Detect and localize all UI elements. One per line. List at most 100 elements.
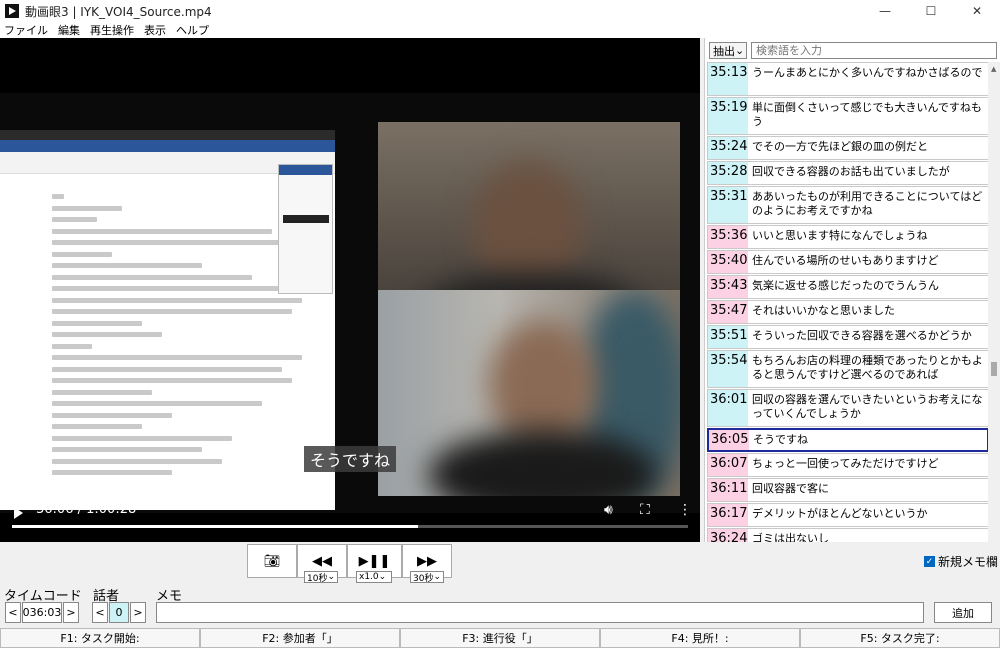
participant-video-bottom bbox=[378, 290, 680, 496]
close-button[interactable]: ✕ bbox=[954, 0, 1000, 22]
row-text: 気楽に返せる感じだったのでうんうん bbox=[752, 279, 939, 292]
transcript-row[interactable]: 36:11 回収容器で客に bbox=[707, 478, 989, 502]
snapshot-button[interactable]: 📷︎ bbox=[247, 544, 297, 578]
transcript-row[interactable]: 35:31 ああいったものが利用できることについてはどのようにお考えですかね bbox=[707, 186, 989, 224]
speaker-field[interactable]: 0 bbox=[109, 602, 129, 623]
transcript-row[interactable]: 36:24 ゴミは出ないし bbox=[707, 528, 989, 542]
scrollbar[interactable]: ▲ bbox=[988, 62, 1000, 542]
transcript-row[interactable]: 35:40 住んでいる場所のせいもありますけど bbox=[707, 250, 989, 274]
video-player[interactable]: そうですね 36:06 / 1:00:28 🔊︎ ⛶ ⋮ bbox=[0, 38, 700, 542]
row-text: ああいったものが利用できることについてはどのようにお考えですかね bbox=[752, 190, 983, 217]
row-text: 単に面倒くさいって感じでも大きいんですねもう bbox=[752, 101, 982, 128]
transcript-row[interactable]: 35:36 いいと思います特になんでしょうね bbox=[707, 225, 989, 249]
row-timecode: 36:11 bbox=[708, 479, 748, 501]
progress-bar[interactable] bbox=[12, 525, 688, 528]
forward-step-select[interactable]: 30秒 ⌄ bbox=[410, 571, 444, 584]
transcript-row[interactable]: 35:51 そういった回収できる容器を選べるかどうか bbox=[707, 325, 989, 349]
menu-playback[interactable]: 再生操作 bbox=[90, 22, 134, 38]
progress-fill bbox=[12, 525, 418, 528]
speed-select[interactable]: x1.0 ⌄ bbox=[356, 571, 392, 583]
search-input[interactable] bbox=[751, 42, 997, 59]
volume-icon[interactable]: 🔊︎ bbox=[604, 502, 613, 518]
row-timecode: 35:51 bbox=[708, 326, 748, 348]
timecode-increment-button[interactable]: > bbox=[63, 602, 79, 623]
row-text: 回収できる容器のお話も出ていましたが bbox=[752, 165, 950, 178]
new-memo-toggle[interactable]: ✓ 新規メモ欄 bbox=[924, 553, 998, 570]
transcript-row[interactable]: 36:05 そうですね bbox=[707, 428, 989, 452]
window-controls: — ☐ ✕ bbox=[862, 0, 1000, 22]
row-text: そういった回収できる容器を選べるかどうか bbox=[752, 329, 972, 342]
fast-forward-icon: ▶▶ bbox=[417, 553, 437, 569]
more-vertical-icon[interactable]: ⋮ bbox=[678, 502, 692, 518]
row-timecode: 35:31 bbox=[708, 187, 748, 223]
transcript-row[interactable]: 35:24 でその一方で先ほど銀の皿の例だと bbox=[707, 136, 989, 160]
filter-dropdown[interactable]: 抽出 ⌄ bbox=[709, 42, 747, 59]
function-key-bar: F1: タスク開始: F2: 参加者「」 F3: 進行役「」 F4: 見所！: … bbox=[0, 628, 1000, 648]
transcript-row[interactable]: 35:19 単に面倒くさいって感じでも大きいんですねもう bbox=[707, 97, 989, 135]
transcript-row[interactable]: 36:01 回収の容器を選んでいきたいというお考えになっていくんでしょうか bbox=[707, 389, 989, 427]
row-timecode: 35:47 bbox=[708, 301, 748, 323]
transcript-row[interactable]: 35:13 うーんまあとにかく多いんですねかさばるので bbox=[707, 62, 989, 96]
timecode-field[interactable]: 036:03 bbox=[22, 602, 62, 623]
transcript-row[interactable]: 36:07 ちょっと一回使ってみただけですけど bbox=[707, 453, 989, 477]
rewind-step-value: 10秒 bbox=[307, 573, 328, 584]
new-memo-label: 新規メモ欄 bbox=[938, 555, 999, 569]
row-timecode: 36:24 bbox=[708, 529, 748, 542]
row-text: 回収容器で客に bbox=[752, 482, 829, 495]
transcript-row[interactable]: 35:28 回収できる容器のお話も出ていましたが bbox=[707, 161, 989, 185]
row-text: ゴミは出ないし bbox=[752, 532, 829, 542]
add-button[interactable]: 追加 bbox=[934, 602, 992, 623]
f2-participant-button[interactable]: F2: 参加者「」 bbox=[200, 628, 400, 648]
window-title: 動画眼3 | IYK_VOI4_Source.mp4 bbox=[25, 4, 212, 19]
fullscreen-icon[interactable]: ⛶ bbox=[640, 502, 650, 518]
row-text: でその一方で先ほど銀の皿の例だと bbox=[752, 140, 928, 153]
row-timecode: 35:40 bbox=[708, 251, 748, 273]
f5-task-complete-button[interactable]: F5: タスク完了: bbox=[800, 628, 1000, 648]
transcript-list: 35:13 うーんまあとにかく多いんですねかさばるので 35:19 単に面倒くさいって… bbox=[707, 62, 989, 542]
row-text: うーんまあとにかく多いんですねかさばるので bbox=[752, 66, 983, 79]
row-timecode: 36:01 bbox=[708, 390, 748, 426]
camera-icon: 📷︎ bbox=[263, 553, 281, 569]
scroll-up-icon[interactable]: ▲ bbox=[991, 65, 996, 73]
transcript-panel: 抽出⌄ 35:13 うーんまあとにかく多いんですねかさばるので 35:19単に面倒く… bbox=[704, 38, 1000, 542]
menu-file[interactable]: ファイル bbox=[4, 22, 48, 38]
row-timecode: 35:28 bbox=[708, 162, 748, 184]
rewind-step-select[interactable]: 10秒 ⌄ bbox=[304, 571, 338, 584]
row-timecode: 35:13 bbox=[708, 63, 748, 95]
row-timecode: 35:43 bbox=[708, 276, 748, 298]
scroll-thumb[interactable] bbox=[991, 362, 997, 376]
play-icon[interactable] bbox=[14, 507, 23, 519]
row-text: デメリットがほとんどないというか bbox=[752, 507, 928, 520]
video-controls: 36:06 / 1:00:28 🔊︎ ⛶ ⋮ bbox=[0, 496, 700, 542]
row-timecode: 36:17 bbox=[708, 504, 748, 526]
transcript-row[interactable]: 35:43 気楽に返せる感じだったのでうんうん bbox=[707, 275, 989, 299]
transcript-row[interactable]: 35:54 もちろんお店の料理の種類であったりとかもよると思うんですけど選べるので… bbox=[707, 350, 989, 388]
menu-help[interactable]: ヘルプ bbox=[176, 22, 209, 38]
menu-view[interactable]: 表示 bbox=[144, 22, 166, 38]
row-text: ちょっと一回使ってみただけですけど bbox=[752, 457, 939, 470]
transcript-row[interactable]: 35:47 それはいいかなと思いました bbox=[707, 300, 989, 324]
shared-document-window bbox=[0, 130, 335, 510]
transcript-row[interactable]: 36:17 デメリットがほとんどないというか bbox=[707, 503, 989, 527]
row-timecode: 35:36 bbox=[708, 226, 748, 248]
f3-moderator-button[interactable]: F3: 進行役「」 bbox=[400, 628, 600, 648]
title-bar: 動画眼3 | IYK_VOI4_Source.mp4 — ☐ ✕ bbox=[0, 0, 1000, 22]
minimize-button[interactable]: — bbox=[862, 0, 908, 22]
row-text: そうですね bbox=[753, 433, 808, 446]
menu-bar: ファイル 編集 再生操作 表示 ヘルプ bbox=[0, 22, 1000, 38]
menu-edit[interactable]: 編集 bbox=[58, 22, 80, 38]
speaker-decrement-button[interactable]: < bbox=[92, 602, 108, 623]
f4-highlight-button[interactable]: F4: 見所！: bbox=[600, 628, 800, 648]
checkbox-checked-icon[interactable]: ✓ bbox=[924, 556, 935, 567]
speaker-increment-button[interactable]: > bbox=[130, 602, 146, 623]
maximize-button[interactable]: ☐ bbox=[908, 0, 954, 22]
speed-value: x1.0 bbox=[359, 572, 379, 582]
memo-input[interactable] bbox=[156, 602, 924, 623]
timecode-decrement-button[interactable]: < bbox=[5, 602, 21, 623]
f1-task-start-button[interactable]: F1: タスク開始: bbox=[0, 628, 200, 648]
filter-label: 抽出 bbox=[713, 44, 735, 58]
row-text: それはいいかなと思いました bbox=[752, 304, 895, 317]
video-subtitle: そうですね bbox=[304, 446, 397, 472]
styles-pane bbox=[278, 164, 333, 294]
duration: 1:00:28 bbox=[86, 502, 137, 517]
